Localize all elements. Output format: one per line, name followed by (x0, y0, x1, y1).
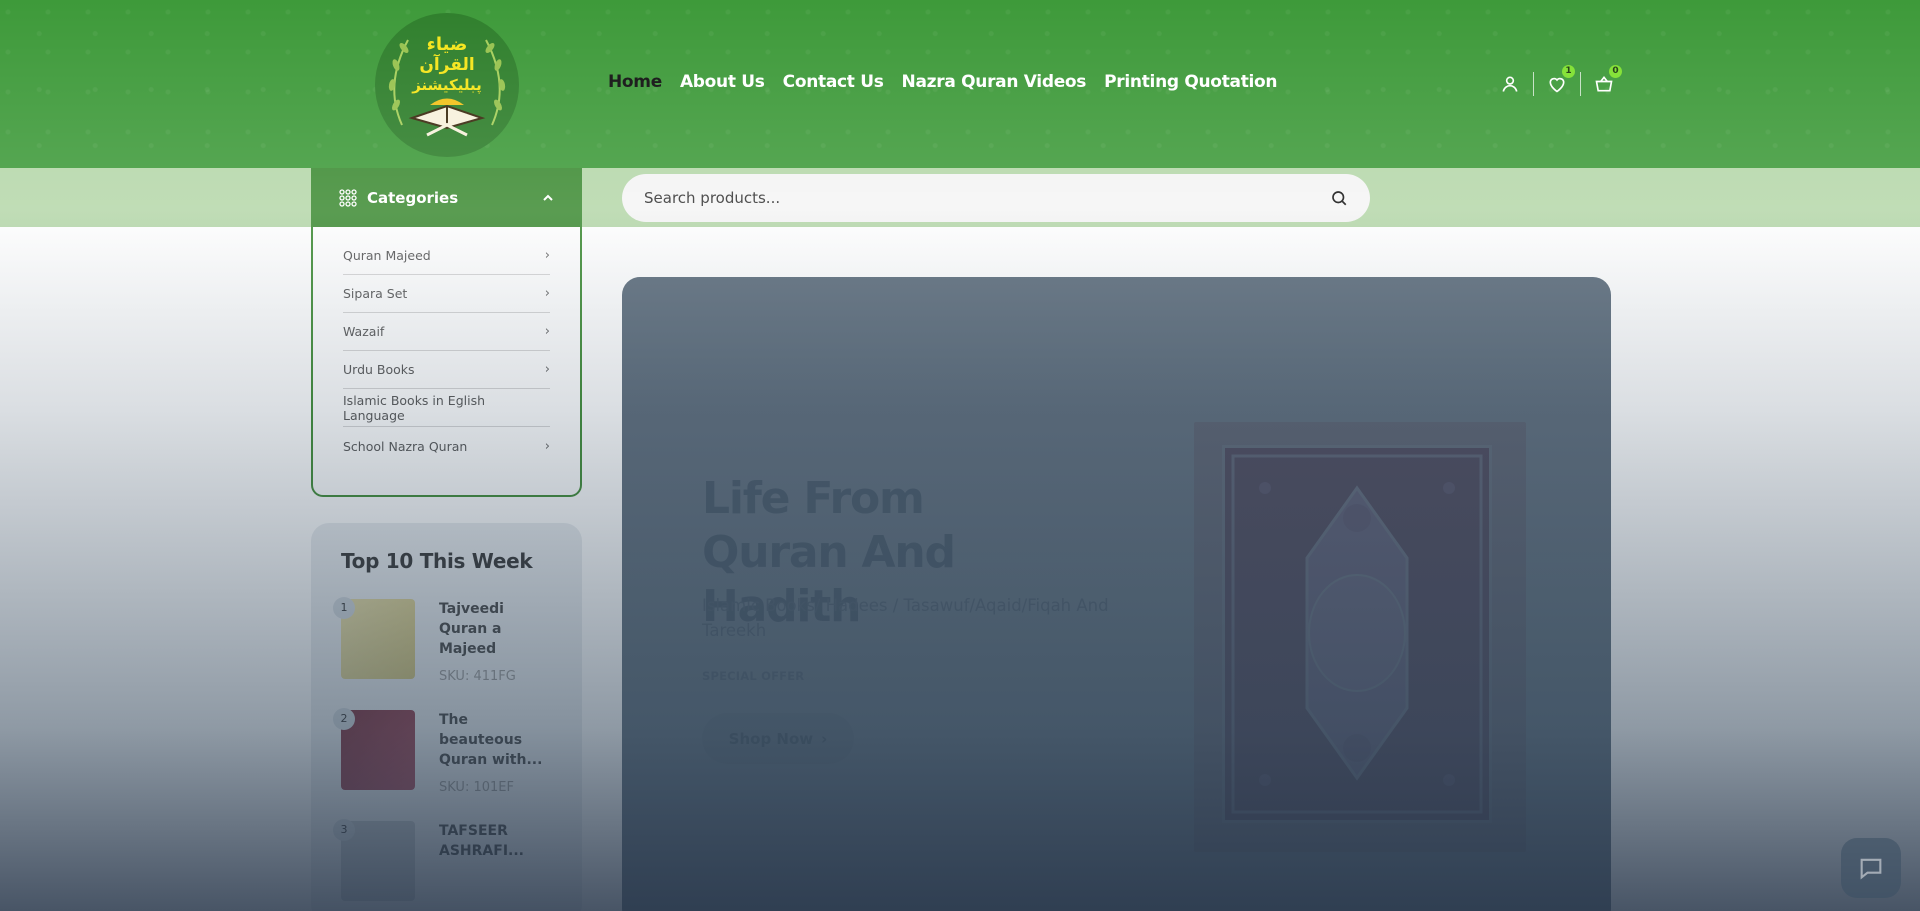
product-sku: SKU: 101EF (439, 780, 514, 795)
header-actions: 1 0 (1496, 65, 1622, 98)
product-name[interactable]: The beauteous Quran with... (439, 710, 552, 770)
rank-badge: 3 (333, 819, 355, 841)
search-icon[interactable] (1330, 189, 1348, 207)
category-item[interactable]: School Nazra Quran › (343, 427, 550, 465)
rank-badge: 2 (333, 708, 355, 730)
nav-nazra-quran-videos[interactable]: Nazra Quran Videos (902, 72, 1087, 92)
category-item[interactable]: Islamic Books in Eglish Language (343, 389, 550, 427)
product-name[interactable]: TAFSEER ASHRAFI... (439, 821, 552, 861)
rank-badge: 1 (333, 597, 355, 619)
search-bar (622, 174, 1370, 222)
chevron-right-icon: › (544, 248, 550, 263)
user-icon[interactable] (1496, 70, 1524, 98)
shop-now-label: Shop Now (728, 729, 814, 748)
wishlist-count-badge: 1 (1562, 65, 1575, 78)
chevron-right-icon: › (544, 362, 550, 377)
basket-icon[interactable]: 0 (1590, 65, 1622, 98)
categories-title: Categories (367, 188, 459, 207)
top10-item[interactable]: 3 TAFSEER ASHRAFI... (333, 819, 552, 911)
categories-list: Quran Majeed › Sipara Set › Wazaif › Urd… (311, 227, 582, 497)
category-item[interactable]: Wazaif › (343, 313, 550, 351)
category-item[interactable]: Sipara Set › (343, 275, 550, 313)
main-nav: Home About Us Contact Us Nazra Quran Vid… (608, 72, 1295, 92)
chevron-right-icon: › (544, 324, 550, 339)
product-sku: SKU: 411FG (439, 669, 516, 684)
nav-contact-us[interactable]: Contact Us (783, 72, 884, 92)
category-item[interactable]: Quran Majeed › (343, 237, 550, 275)
hero-offer-label: SPECIAL OFFER (702, 669, 805, 683)
svg-text:ضیاء: ضیاء (427, 34, 468, 55)
hero-banner: Life From Quran And Hadith Islamic Books… (622, 277, 1611, 911)
category-label: Islamic Books in Eglish Language (343, 392, 486, 423)
chat-icon (1860, 858, 1882, 880)
product-name[interactable]: Tajveedi Quran a Majeed (439, 599, 552, 659)
hero-subtitle: Islamic Books/ Hadees / Tasawuf/Aqaid/Fi… (702, 596, 1109, 640)
chevron-right-icon: › (544, 438, 550, 454)
category-label: School Nazra Quran (343, 438, 468, 454)
shop-now-button[interactable]: Shop Now › (702, 713, 854, 764)
top10-widget: Top 10 This Week 1 Tajveedi Quran a Maje… (311, 523, 582, 911)
category-item[interactable]: Urdu Books › (343, 351, 550, 389)
top10-title: Top 10 This Week (341, 549, 533, 573)
quran-cover (1222, 445, 1492, 823)
nav-about-us[interactable]: About Us (680, 72, 765, 92)
cart-count-badge: 0 (1609, 65, 1622, 78)
site-header: ضیاء القرآن پبلیکیشنز Home About Us Cont… (0, 0, 1920, 168)
search-input[interactable] (644, 189, 1330, 207)
category-label: Wazaif (343, 324, 385, 339)
top10-item[interactable]: 1 Tajveedi Quran a Majeed SKU: 411FG (333, 597, 552, 710)
nav-printing-quotation[interactable]: Printing Quotation (1104, 72, 1277, 92)
svg-text:پبلیکیشنز: پبلیکیشنز (411, 76, 482, 95)
category-label: Quran Majeed (343, 248, 431, 263)
category-label: Sipara Set (343, 286, 408, 301)
chevron-right-icon: › (821, 729, 828, 748)
chevron-up-icon (543, 194, 553, 201)
hero-product-image[interactable] (1194, 422, 1526, 852)
categories-toggle[interactable]: Categories (311, 168, 582, 227)
divider (1533, 72, 1534, 96)
site-logo[interactable]: ضیاء القرآن پبلیکیشنز (372, 10, 522, 160)
nav-home[interactable]: Home (608, 72, 662, 92)
chat-button[interactable] (1841, 838, 1901, 898)
top10-item[interactable]: 2 The beauteous Quran with... SKU: 101EF (333, 708, 552, 821)
chevron-right-icon: › (544, 286, 550, 301)
divider (1580, 72, 1581, 96)
grid-icon (339, 188, 357, 207)
svg-text:القرآن: القرآن (419, 53, 474, 75)
category-label: Urdu Books (343, 362, 415, 377)
heart-icon[interactable]: 1 (1543, 65, 1575, 98)
